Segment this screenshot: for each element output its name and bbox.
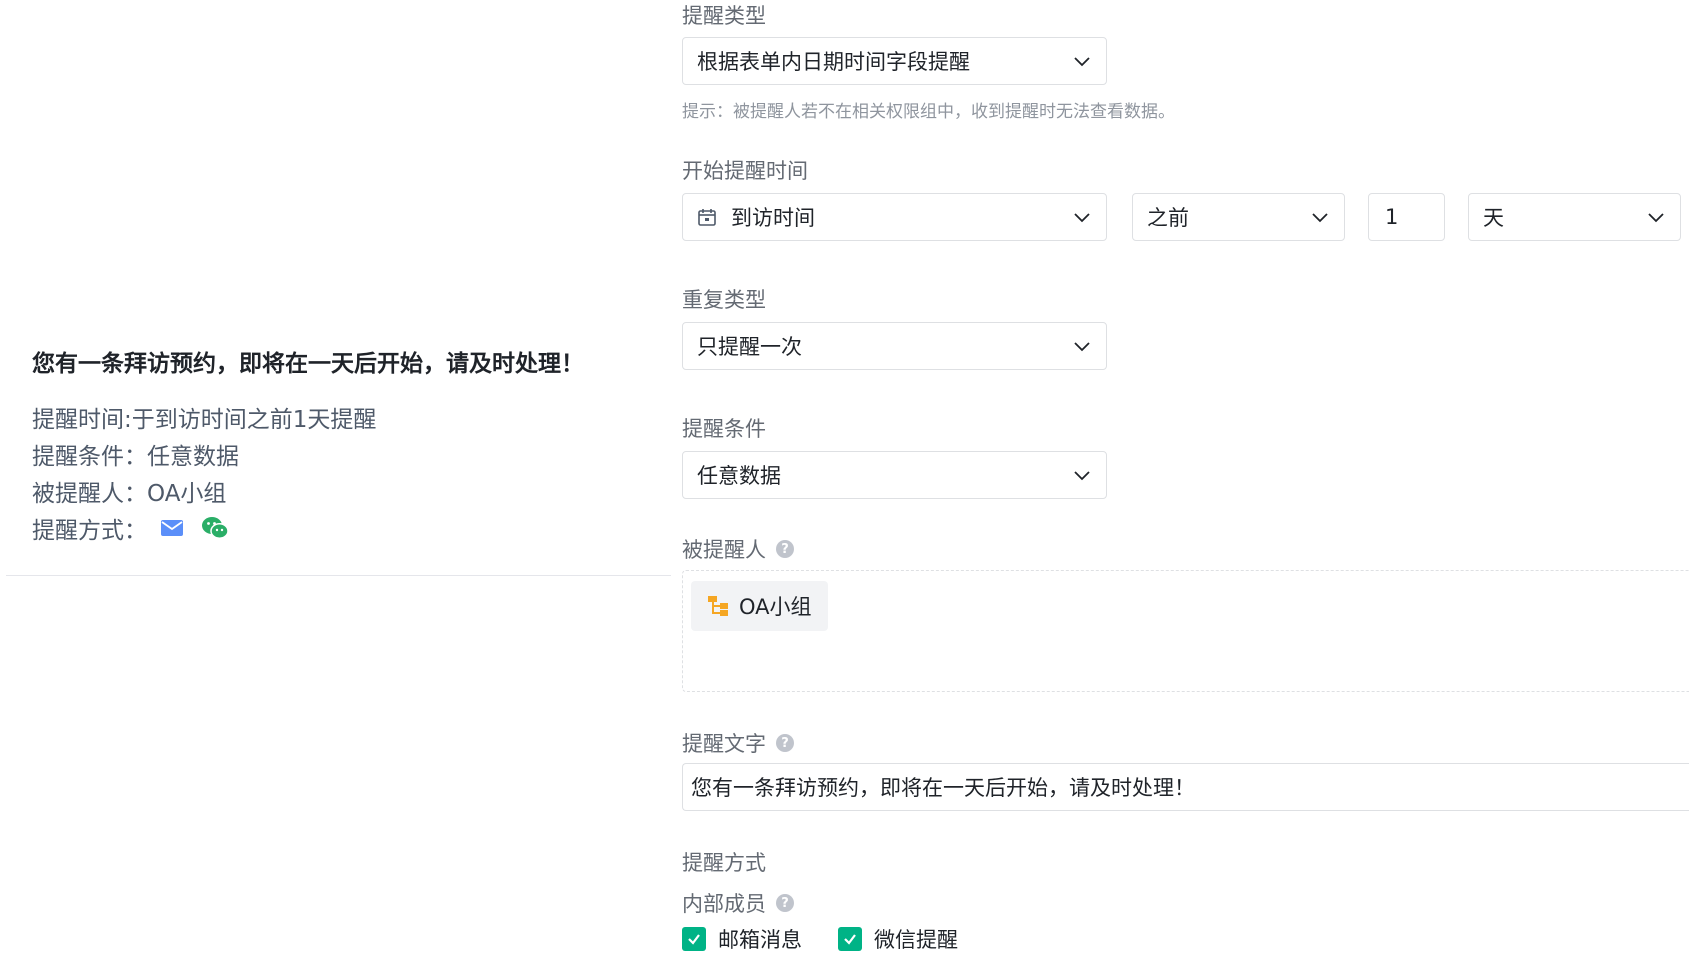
chevron-down-icon xyxy=(1074,342,1090,352)
start-field-value: 到访时间 xyxy=(731,206,815,230)
chevron-down-icon xyxy=(1074,57,1090,67)
condition-label: 提醒条件 xyxy=(682,417,766,441)
start-relation-value: 之前 xyxy=(1147,206,1189,230)
calendar-icon xyxy=(698,209,716,226)
chevron-down-icon xyxy=(1648,213,1664,223)
wechat-checkbox[interactable] xyxy=(838,927,862,951)
summary-condition-line: 提醒条件： 任意数据 xyxy=(32,437,239,471)
wechat-option[interactable]: 微信提醒 xyxy=(838,924,958,954)
internal-member-label-row: 内部成员 ? xyxy=(682,888,794,918)
summary-time-key: 提醒时间: xyxy=(32,407,132,433)
reminder-form: 提醒类型 根据表单内日期时间字段提醒 提示：被提醒人若不在相关权限组中，收到提醒… xyxy=(682,0,1689,955)
start-relation-select[interactable]: 之前 xyxy=(1132,193,1345,241)
summary-time-value: 于到访时间之前1天提醒 xyxy=(131,407,377,433)
repeat-type-value: 只提醒一次 xyxy=(697,335,802,359)
summary-assignee-value: OA小组 xyxy=(147,481,227,507)
chevron-down-icon xyxy=(1074,213,1090,223)
org-tree-icon xyxy=(707,595,729,617)
start-unit-value: 天 xyxy=(1483,206,1504,230)
email-option-label: 邮箱消息 xyxy=(718,928,802,952)
check-icon xyxy=(688,934,700,945)
start-time-label: 开始提醒时间 xyxy=(682,159,808,183)
summary-time-line: 提醒时间: 于到访时间之前1天提醒 xyxy=(32,400,376,434)
assignee-tag[interactable]: OA小组 xyxy=(691,581,828,631)
condition-value: 任意数据 xyxy=(697,464,781,488)
summary-method-key: 提醒方式： xyxy=(32,518,147,544)
reminder-summary: 您有一条拜访预约，即将在一天后开始，请及时处理！ 提醒时间: 于到访时间之前1天… xyxy=(0,0,671,955)
email-checkbox[interactable] xyxy=(682,927,706,951)
summary-title: 您有一条拜访预约，即将在一天后开始，请及时处理！ xyxy=(32,351,584,377)
text-label-row: 提醒文字 ? xyxy=(682,728,794,758)
condition-select[interactable]: 任意数据 xyxy=(682,451,1107,499)
internal-member-label: 内部成员 xyxy=(682,892,766,916)
chevron-down-icon xyxy=(1312,213,1328,223)
summary-method-line: 提醒方式： xyxy=(32,511,229,545)
help-icon[interactable]: ? xyxy=(776,894,794,912)
method-label: 提醒方式 xyxy=(682,851,766,875)
summary-assignee-line: 被提醒人： OA小组 xyxy=(32,474,226,508)
reminder-type-label: 提醒类型 xyxy=(682,4,766,28)
chevron-down-icon xyxy=(1074,471,1090,481)
repeat-type-select[interactable]: 只提醒一次 xyxy=(682,322,1107,370)
check-icon xyxy=(844,934,856,945)
wechat-icon xyxy=(201,516,229,540)
assignee-label-row: 被提醒人 ? xyxy=(682,534,794,564)
help-icon[interactable]: ? xyxy=(776,540,794,558)
summary-assignee-key: 被提醒人： xyxy=(32,481,147,507)
start-unit-select[interactable]: 天 xyxy=(1468,193,1681,241)
summary-divider xyxy=(6,575,671,576)
assignee-picker[interactable]: OA小组 xyxy=(682,570,1689,692)
summary-condition-value: 任意数据 xyxy=(147,444,239,470)
reminder-text-label: 提醒文字 xyxy=(682,732,766,756)
permission-hint: 提示：被提醒人若不在相关权限组中，收到提醒时无法查看数据。 xyxy=(682,102,1175,122)
assignee-tag-label: OA小组 xyxy=(739,595,812,619)
email-option[interactable]: 邮箱消息 xyxy=(682,924,802,954)
reminder-type-value: 根据表单内日期时间字段提醒 xyxy=(697,50,970,74)
mail-icon xyxy=(161,520,183,536)
start-field-select[interactable]: 到访时间 xyxy=(682,193,1107,241)
start-amount-input[interactable]: 1 xyxy=(1368,193,1445,241)
method-checkboxes: 邮箱消息 微信提醒 xyxy=(682,924,994,954)
wechat-option-label: 微信提醒 xyxy=(874,928,958,952)
summary-condition-key: 提醒条件： xyxy=(32,444,147,470)
reminder-type-select[interactable]: 根据表单内日期时间字段提醒 xyxy=(682,37,1107,85)
assignee-label: 被提醒人 xyxy=(682,538,766,562)
reminder-text-input[interactable]: 您有一条拜访预约，即将在一天后开始，请及时处理！ xyxy=(682,763,1689,811)
repeat-type-label: 重复类型 xyxy=(682,288,766,312)
help-icon[interactable]: ? xyxy=(776,734,794,752)
